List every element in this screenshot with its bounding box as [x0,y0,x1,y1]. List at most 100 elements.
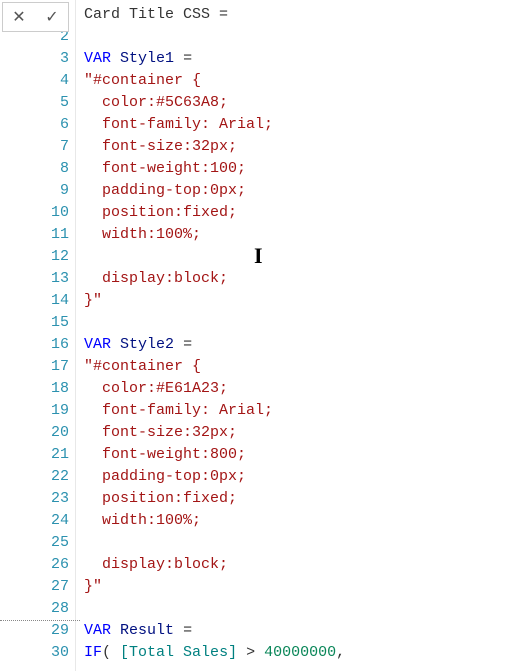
line-number: 25 [0,532,75,554]
code-token: Style1 [120,50,174,67]
commit-button[interactable]: ✓ [35,3,68,31]
line-number: 5 [0,92,75,114]
code-line[interactable]: display:block; [84,554,518,576]
code-line[interactable]: width:100%; [84,510,518,532]
code-line[interactable]: IF( [Total Sales] > 40000000, [84,642,518,664]
x-icon: ✕ [12,7,25,27]
code-token [111,644,120,661]
code-token: width:100%; [84,512,201,529]
code-token: 40000000 [264,644,336,661]
code-line[interactable]: font-family: Arial; [84,114,518,136]
line-number: 23 [0,488,75,510]
code-line[interactable]: font-size:32px; [84,136,518,158]
code-token: display:block; [84,270,228,287]
code-token [111,622,120,639]
code-line[interactable]: padding-top:0px; [84,466,518,488]
code-token: font-weight:800; [84,446,246,463]
code-line[interactable]: position:fixed; [84,488,518,510]
code-line[interactable]: padding-top:0px; [84,180,518,202]
code-line[interactable]: font-family: Arial; [84,400,518,422]
code-token: = [183,50,192,67]
line-number: 22 [0,466,75,488]
line-number: 15 [0,312,75,334]
code-token: = [183,622,192,639]
code-line[interactable]: font-size:32px; [84,422,518,444]
code-token [111,50,120,67]
line-number: 11 [0,224,75,246]
line-number: 4 [0,70,75,92]
code-line[interactable]: Card Title CSS = [84,4,518,26]
code-token [237,644,246,661]
code-token [111,336,120,353]
code-token: position:fixed; [84,204,237,221]
code-token: font-size:32px; [84,138,237,155]
code-token: > [246,644,255,661]
code-line[interactable]: display:block; [84,268,518,290]
cancel-button[interactable]: ✕ [3,3,35,31]
code-line[interactable] [84,246,518,268]
line-number: 12 [0,246,75,268]
code-line[interactable]: VAR Result = [84,620,518,642]
code-token: position:fixed; [84,490,237,507]
code-line[interactable] [84,312,518,334]
code-token: padding-top:0px; [84,182,246,199]
code-token: font-size:32px; [84,424,237,441]
code-token: ( [102,644,111,661]
line-number: 10 [0,202,75,224]
line-number: 9 [0,180,75,202]
code-line[interactable]: "#container { [84,70,518,92]
code-line[interactable]: "#container { [84,356,518,378]
line-number-gutter: 1234567891011121314151617181920212223242… [0,0,76,671]
code-token: VAR [84,336,111,353]
line-number: 17 [0,356,75,378]
code-token: }" [84,292,102,309]
code-token: , [336,644,345,661]
code-line[interactable] [84,598,518,620]
code-token: font-family: Arial; [84,116,273,133]
line-number: 20 [0,422,75,444]
code-line[interactable]: }" [84,576,518,598]
code-line[interactable] [84,532,518,554]
code-line[interactable] [84,26,518,48]
code-token [174,50,183,67]
code-line[interactable]: color:#5C63A8; [84,92,518,114]
code-token [174,336,183,353]
code-line[interactable]: VAR Style1 = [84,48,518,70]
code-token [174,622,183,639]
line-number: 29 [0,620,75,642]
line-number: 19 [0,400,75,422]
line-number: 7 [0,136,75,158]
line-number: 30 [0,642,75,664]
code-token: "#container { [84,358,201,375]
line-number: 21 [0,444,75,466]
code-line[interactable]: font-weight:800; [84,444,518,466]
code-token: Card Title CSS [84,6,219,23]
code-line[interactable]: color:#E61A23; [84,378,518,400]
line-number: 6 [0,114,75,136]
code-line[interactable]: VAR Style2 = [84,334,518,356]
code-token: color:#E61A23; [84,380,228,397]
code-token: }" [84,578,102,595]
code-token [255,644,264,661]
dax-editor: 1234567891011121314151617181920212223242… [0,0,518,671]
code-line[interactable]: position:fixed; [84,202,518,224]
line-number: 16 [0,334,75,356]
code-token: display:block; [84,556,228,573]
code-token: Style2 [120,336,174,353]
dotted-divider [0,620,80,621]
code-token: color:#5C63A8; [84,94,228,111]
code-token: VAR [84,50,111,67]
code-area[interactable]: I Card Title CSS =VAR Style1 ="#containe… [76,0,518,671]
line-number: 28 [0,598,75,620]
code-line[interactable]: width:100%; [84,224,518,246]
line-number: 14 [0,290,75,312]
code-line[interactable]: font-weight:100; [84,158,518,180]
code-token: width:100%; [84,226,201,243]
code-token: VAR [84,622,111,639]
code-token: padding-top:0px; [84,468,246,485]
code-token: "#container { [84,72,201,89]
code-token: IF [84,644,102,661]
formula-toolbar: ✕ ✓ [2,2,69,32]
code-line[interactable]: }" [84,290,518,312]
line-number: 18 [0,378,75,400]
